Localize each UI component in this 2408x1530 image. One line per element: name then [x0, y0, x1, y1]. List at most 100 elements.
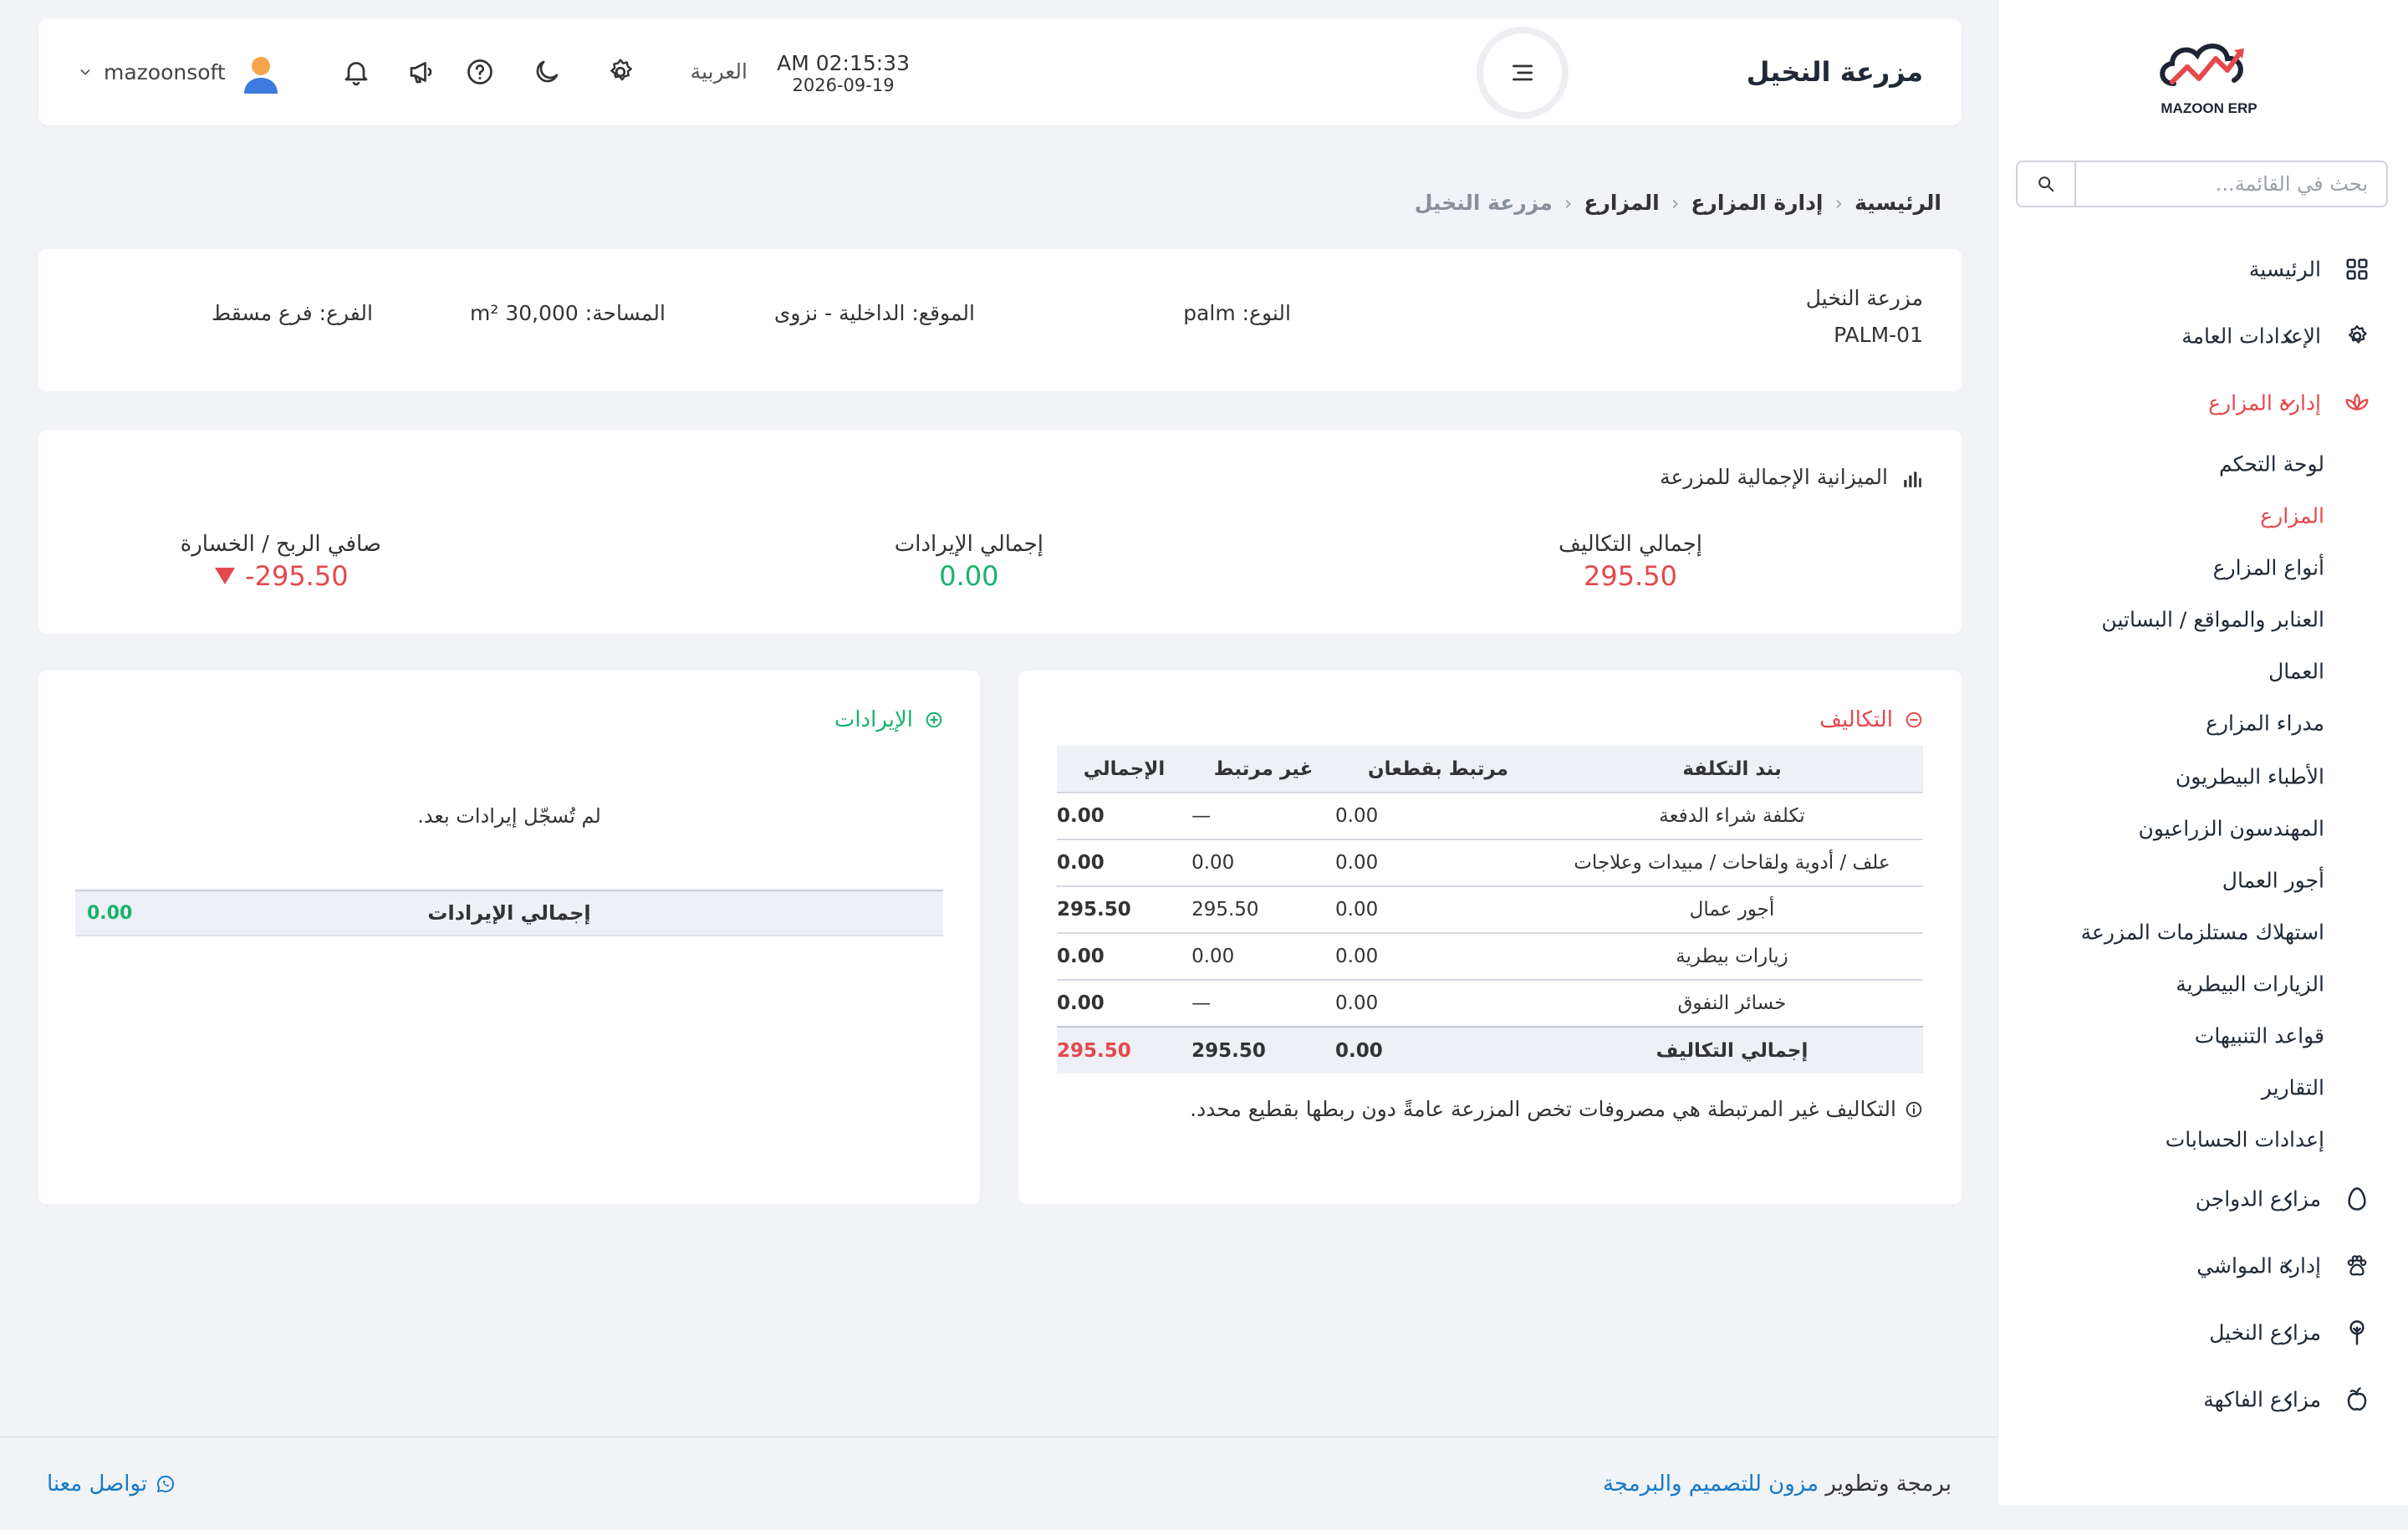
- cost-unlinked: 295.50: [1191, 1026, 1336, 1074]
- sidebar-subitem-farm-types[interactable]: أنواع المزارع: [1998, 547, 2408, 589]
- sidebar-subitem-supplies-consumption[interactable]: استهلاك مستلزمات المزرعة: [1998, 911, 2408, 953]
- sidebar-item-livestock[interactable]: إدارة المواشي: [1998, 1242, 2408, 1289]
- logo-mark-icon: [2160, 43, 2244, 86]
- sidebar-subitem-label: أنواع المزارع: [2212, 555, 2324, 580]
- brand-logo[interactable]: MAZOON ERP: [2150, 33, 2268, 117]
- cost-linked: 0.00: [1335, 979, 1541, 1027]
- cost-total: 295.50: [1057, 1026, 1192, 1074]
- farm-branch: الفرع: فرع مسقط: [212, 301, 373, 325]
- sidebar-subitem-engineers[interactable]: المهندسون الزراعيون: [1998, 808, 2408, 849]
- cost-item: علف / أدوية ولقاحات / مبيدات وعلاجات: [1540, 839, 1923, 886]
- sidebar-search-button[interactable]: [2018, 162, 2076, 206]
- costs-title-wrap: التكاليف: [1819, 707, 1923, 732]
- bell-icon: [344, 62, 368, 86]
- sidebar-item-poultry[interactable]: مزارع الدواجن: [1998, 1176, 2408, 1222]
- sidebar-subitem-account-settings[interactable]: إعدادات الحسابات: [1998, 1119, 2408, 1160]
- cost-unlinked: 295.50: [1191, 885, 1336, 933]
- sidebar-subitem-farm-managers[interactable]: مدراء المزارع: [1998, 702, 2408, 744]
- sidebar-subitem-alert-rules[interactable]: قواعد التنبيهات: [1998, 1015, 2408, 1057]
- cost-total: 295.50: [1057, 885, 1192, 933]
- paw-icon: [2343, 1252, 2371, 1280]
- revenue-card: الإيرادات لم تُسجّل إيرادات بعد. إجمالي …: [38, 671, 980, 1204]
- stat-net-profit: صافي الربح / الخسارة -295.50: [181, 532, 381, 592]
- search-icon: [2038, 176, 2054, 192]
- help-button[interactable]: [463, 55, 497, 89]
- sidebar-item-farm-management[interactable]: إدارة المزارع: [1998, 380, 2408, 426]
- sidebar-item-fruit-farms[interactable]: مزارع الفاكهة: [1998, 1376, 2408, 1423]
- budget-title: الميزانية الإجمالية للمزرعة: [1660, 465, 1888, 489]
- user-menu[interactable]: mazoonsoft: [79, 18, 226, 125]
- sidebar: MAZOON ERP الرئيسية الإعدادات العامة إدا…: [1998, 0, 2408, 1505]
- sidebar-subitem-label: الزيارات البيطرية: [2176, 972, 2324, 997]
- language-switcher[interactable]: العربية: [691, 18, 747, 125]
- cost-linked: 0.00: [1335, 792, 1541, 839]
- sidebar-item-label: مزارع النخيل: [2209, 1320, 2321, 1345]
- announcements-button[interactable]: [405, 55, 438, 89]
- breadcrumb-home[interactable]: الرئيسية: [1854, 191, 1941, 215]
- notifications-button[interactable]: [339, 55, 373, 89]
- footer-credit-link[interactable]: مزون للتصميم والبرمجة: [1603, 1471, 1819, 1497]
- contact-us-link[interactable]: تواصل معنا: [47, 1471, 176, 1497]
- farm-code: PALM-01: [1834, 323, 1923, 347]
- sidebar-subitem-label: مدراء المزارع: [2206, 711, 2324, 736]
- costs-card: التكاليف بند التكلفة مرتبط بقطعان غير مر…: [1018, 671, 1962, 1204]
- page-title: مزرعة النخيل: [1746, 56, 1923, 88]
- sidebar-subitem-dashboard[interactable]: لوحة التحكم: [1998, 443, 2408, 485]
- sidebar-item-general-settings[interactable]: الإعدادات العامة: [1998, 313, 2408, 360]
- breadcrumb-farms[interactable]: المزارع: [1584, 191, 1659, 215]
- cost-total: 0.00: [1057, 932, 1192, 980]
- sidebar-subitem-veterinarians[interactable]: الأطباء البيطريون: [1998, 756, 2408, 798]
- chevron-left-icon: [2284, 1326, 2292, 1339]
- clock-time: AM 02:15:33: [777, 51, 910, 75]
- sidebar-item-label: الإعدادات العامة: [2181, 324, 2321, 349]
- avatar[interactable]: [241, 54, 281, 94]
- sidebar-subitem-label: العنابر والمواقع / البساتين: [2101, 607, 2324, 632]
- table-row: تكلفة شراء الدفعة 0.00 — 0.00: [1057, 792, 1923, 839]
- top-header: مزرعة النخيل AM 02:15:33 2026-09-19 العر…: [38, 18, 1962, 125]
- bar-chart-icon: [1904, 472, 1921, 487]
- plus-circle-icon: [926, 711, 942, 728]
- farm-name: مزرعة النخيل: [1805, 286, 1923, 310]
- sidebar-toggle-button[interactable]: [1483, 33, 1562, 112]
- cost-item: إجمالي التكاليف: [1540, 1026, 1923, 1074]
- settings-button[interactable]: [604, 55, 637, 89]
- revenue-total-label: إجمالي الإيرادات: [427, 901, 591, 925]
- breadcrumb-current: مزرعة النخيل: [1414, 191, 1553, 215]
- sidebar-item-home[interactable]: الرئيسية: [1998, 246, 2408, 293]
- breadcrumb-farm-management[interactable]: إدارة المزارع: [1691, 191, 1823, 215]
- farm-info-card: مزرعة النخيل PALM-01 النوع: palm الموقع:…: [38, 249, 1962, 391]
- sidebar-subitem-reports[interactable]: التقارير: [1998, 1067, 2408, 1109]
- sidebar-search-input[interactable]: [2076, 162, 2386, 206]
- clock-date: 2026-09-19: [792, 75, 895, 95]
- stat-total-revenue: إجمالي الإيرادات 0.00: [895, 532, 1043, 592]
- stat-value: 0.00: [939, 560, 999, 592]
- cost-item: تكلفة شراء الدفعة: [1540, 792, 1923, 839]
- fruit-icon: [2343, 1385, 2371, 1414]
- cost-linked: 0.00: [1335, 885, 1541, 933]
- lotus-icon: [2343, 389, 2371, 417]
- col-header: غير مرتبط: [1191, 746, 1336, 793]
- sidebar-subitem-label: لوحة التحكم: [2218, 451, 2324, 477]
- sidebar-subitem-worker-wages[interactable]: أجور العمال: [1998, 859, 2408, 901]
- sidebar-subitem-vet-visits[interactable]: الزيارات البيطرية: [1998, 963, 2408, 1005]
- breadcrumb-separator: ‹: [1671, 191, 1680, 215]
- cost-item: زيارات بيطرية: [1540, 932, 1923, 980]
- sidebar-subitem-farms[interactable]: المزارع: [1998, 495, 2408, 537]
- stat-label: صافي الربح / الخسارة: [180, 532, 381, 557]
- cost-linked: 0.00: [1335, 1026, 1541, 1074]
- cost-unlinked: 0.00: [1191, 932, 1336, 980]
- costs-note: التكاليف غير المرتبطة هي مصروفات تخص الم…: [1190, 1097, 1923, 1121]
- revenue-title: الإيرادات: [834, 707, 913, 732]
- sidebar-subitem-workers[interactable]: العمال: [1998, 650, 2408, 692]
- budget-card: الميزانية الإجمالية للمزرعة إجمالي التكا…: [38, 430, 1962, 634]
- theme-toggle-button[interactable]: [530, 55, 564, 89]
- arrow-down-icon: [215, 568, 236, 584]
- stat-value-wrap: -295.50: [181, 560, 381, 592]
- logo-text: MAZOON ERP: [2161, 100, 2258, 116]
- cost-linked: 0.00: [1335, 932, 1541, 980]
- sidebar-item-label: مزارع الدواجن: [2195, 1186, 2321, 1211]
- stat-total-costs: إجمالي التكاليف 295.50: [1559, 532, 1702, 592]
- sidebar-item-palm-farms[interactable]: مزارع النخيل: [1998, 1309, 2408, 1356]
- sidebar-subitem-wards-orchards[interactable]: العنابر والمواقع / البساتين: [1998, 599, 2408, 640]
- table-row: علف / أدوية ولقاحات / مبيدات وعلاجات 0.0…: [1057, 839, 1923, 886]
